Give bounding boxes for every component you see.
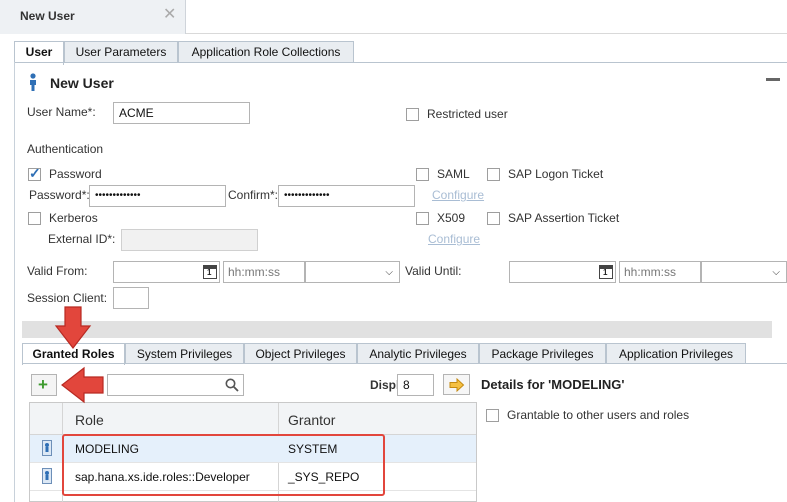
tab-application-role-collections[interactable]: Application Role Collections bbox=[178, 41, 354, 63]
grantable-checkbox[interactable] bbox=[486, 409, 499, 422]
tabs-divider bbox=[14, 62, 787, 63]
session-client-label: Session Client: bbox=[27, 291, 108, 305]
role-search-input[interactable] bbox=[107, 374, 244, 396]
calendar-icon[interactable]: 1 bbox=[599, 265, 613, 279]
password-checkbox[interactable]: ✓ bbox=[28, 165, 41, 181]
column-header-grantor[interactable]: Grantor bbox=[288, 412, 335, 428]
close-icon[interactable]: ✕ bbox=[163, 7, 176, 23]
check-icon: ✓ bbox=[29, 165, 41, 181]
chevron-down-icon: ⌵ bbox=[385, 267, 393, 278]
valid-from-label: Valid From: bbox=[27, 264, 88, 278]
external-id-label: External ID*: bbox=[48, 232, 116, 246]
password-input[interactable]: ••••••••••••• bbox=[89, 185, 226, 207]
confirm-label: Confirm*: bbox=[228, 188, 279, 202]
role-icon bbox=[42, 468, 52, 484]
tab-object-privileges[interactable]: Object Privileges bbox=[244, 343, 357, 364]
calendar-icon[interactable]: 1 bbox=[203, 265, 217, 279]
tab-user-parameters[interactable]: User Parameters bbox=[64, 41, 178, 63]
sap-logon-ticket-label: SAP Logon Ticket bbox=[508, 167, 604, 181]
tab-package-privileges[interactable]: Package Privileges bbox=[479, 343, 606, 364]
kerberos-label: Kerberos bbox=[49, 211, 98, 225]
annotation-highlight-box bbox=[62, 434, 385, 496]
details-title: Details for 'MODELING' bbox=[481, 377, 625, 392]
restricted-user-checkbox[interactable] bbox=[406, 108, 419, 121]
saml-checkbox[interactable] bbox=[416, 168, 429, 181]
user-name-input[interactable]: ACME bbox=[113, 102, 250, 124]
editor-tab-title: New User bbox=[20, 9, 75, 23]
password-option-label: Password bbox=[49, 167, 102, 181]
session-client-input[interactable] bbox=[113, 287, 149, 309]
tab-application-privileges[interactable]: Application Privileges bbox=[606, 343, 746, 364]
sap-assertion-ticket-checkbox[interactable] bbox=[487, 212, 500, 225]
password-field-label: Password*: bbox=[29, 188, 90, 202]
go-button[interactable] bbox=[443, 374, 470, 395]
configure-saml-link[interactable]: Configure bbox=[432, 188, 484, 202]
valid-from-time[interactable]: hh:mm:ss bbox=[223, 261, 305, 283]
add-role-button[interactable]: + bbox=[31, 374, 57, 396]
saml-label: SAML bbox=[437, 167, 470, 181]
tab-analytic-privileges[interactable]: Analytic Privileges bbox=[357, 343, 479, 364]
table-header: Role Grantor bbox=[30, 403, 476, 435]
valid-until-timezone-select[interactable]: ⌵ bbox=[701, 261, 787, 283]
pane-splitter[interactable] bbox=[22, 321, 772, 338]
sap-assertion-ticket-label: SAP Assertion Ticket bbox=[508, 211, 620, 225]
user-icon bbox=[30, 73, 36, 91]
tabs-divider bbox=[22, 363, 787, 364]
valid-until-date[interactable]: 1 bbox=[509, 261, 616, 283]
valid-from-date[interactable]: 1 bbox=[113, 261, 220, 283]
page-title: New User bbox=[50, 75, 114, 91]
collapse-icon[interactable] bbox=[766, 78, 780, 81]
search-icon bbox=[225, 378, 239, 392]
annotation-arrow-left-icon bbox=[61, 366, 104, 404]
valid-until-label: Valid Until: bbox=[405, 264, 462, 278]
x509-label: X509 bbox=[437, 211, 466, 225]
valid-until-time[interactable]: hh:mm:ss bbox=[619, 261, 701, 283]
user-name-label: User Name*: bbox=[27, 105, 96, 119]
role-icon bbox=[42, 440, 52, 456]
sap-logon-ticket-checkbox[interactable] bbox=[487, 168, 500, 181]
grantable-label: Grantable to other users and roles bbox=[507, 408, 690, 422]
annotation-arrow-down-icon bbox=[54, 306, 92, 349]
arrow-right-icon bbox=[449, 378, 465, 392]
plus-icon: + bbox=[38, 375, 48, 394]
configure-x509-link[interactable]: Configure bbox=[428, 232, 480, 246]
authentication-heading: Authentication bbox=[27, 142, 104, 156]
x509-checkbox[interactable] bbox=[416, 212, 429, 225]
chevron-down-icon: ⌵ bbox=[772, 267, 780, 278]
display-count-input[interactable]: 8 bbox=[397, 374, 434, 396]
tab-system-privileges[interactable]: System Privileges bbox=[125, 343, 244, 364]
restricted-user-label: Restricted user bbox=[427, 107, 508, 121]
column-header-role[interactable]: Role bbox=[75, 412, 104, 428]
valid-from-timezone-select[interactable]: ⌵ bbox=[305, 261, 400, 283]
kerberos-checkbox[interactable] bbox=[28, 212, 41, 225]
confirm-password-input[interactable]: ••••••••••••• bbox=[278, 185, 415, 207]
external-id-input bbox=[121, 229, 258, 251]
content-border bbox=[14, 62, 15, 502]
editor-tab-new-user[interactable]: New User ✕ bbox=[0, 0, 186, 34]
